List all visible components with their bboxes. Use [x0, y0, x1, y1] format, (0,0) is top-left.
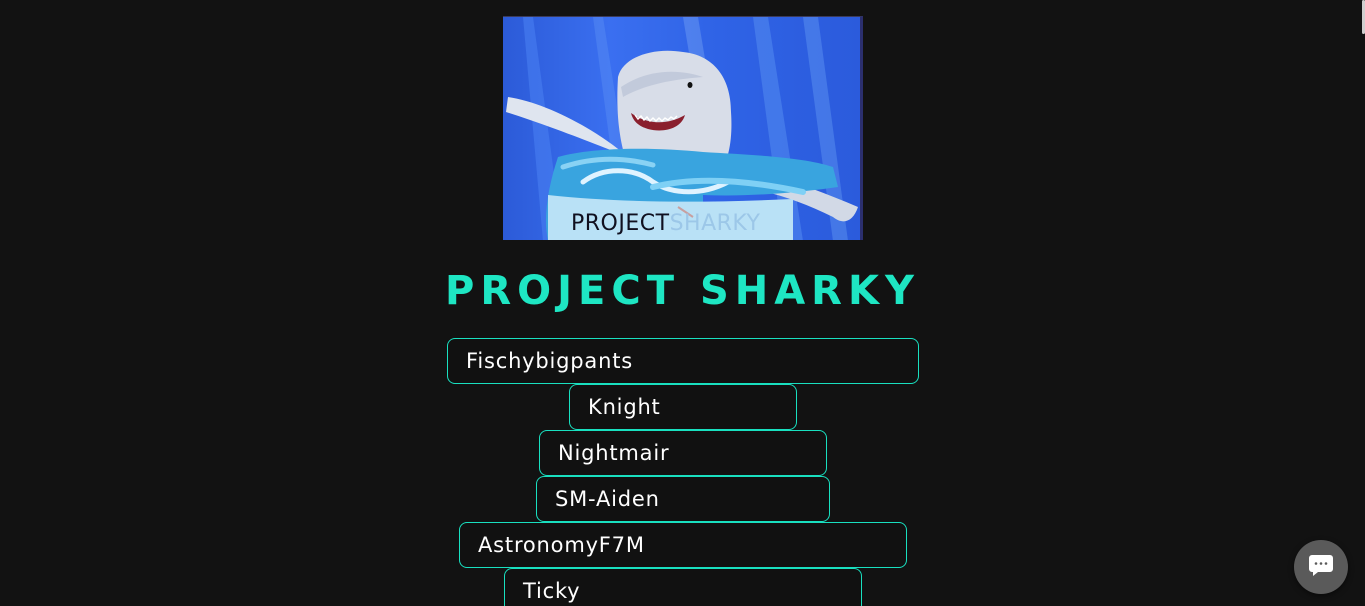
page: PROJECTSHARKY PROJECT SHARKY Fischybigpa…: [0, 0, 1365, 606]
banner-caption: PROJECTSHARKY: [571, 211, 761, 236]
member-button-5[interactable]: AstronomyF7M: [459, 522, 907, 568]
member-button-6[interactable]: Ticky: [504, 568, 862, 606]
member-button-4[interactable]: SM-Aiden: [536, 476, 830, 522]
shark-illustration: [506, 17, 858, 240]
member-button-1[interactable]: Fischybigpants: [447, 338, 919, 384]
banner-caption-word-sharky: SHARKY: [669, 211, 761, 236]
banner-caption-word-project: PROJECT: [571, 211, 670, 236]
chat-button[interactable]: [1294, 540, 1348, 594]
member-button-2[interactable]: Knight: [569, 384, 797, 430]
member-button-3[interactable]: Nightmair: [539, 430, 827, 476]
project-sharky-banner-image: PROJECTSHARKY: [503, 16, 863, 240]
chat-bubble-icon: [1308, 552, 1334, 582]
page-title: PROJECT SHARKY: [445, 268, 920, 314]
